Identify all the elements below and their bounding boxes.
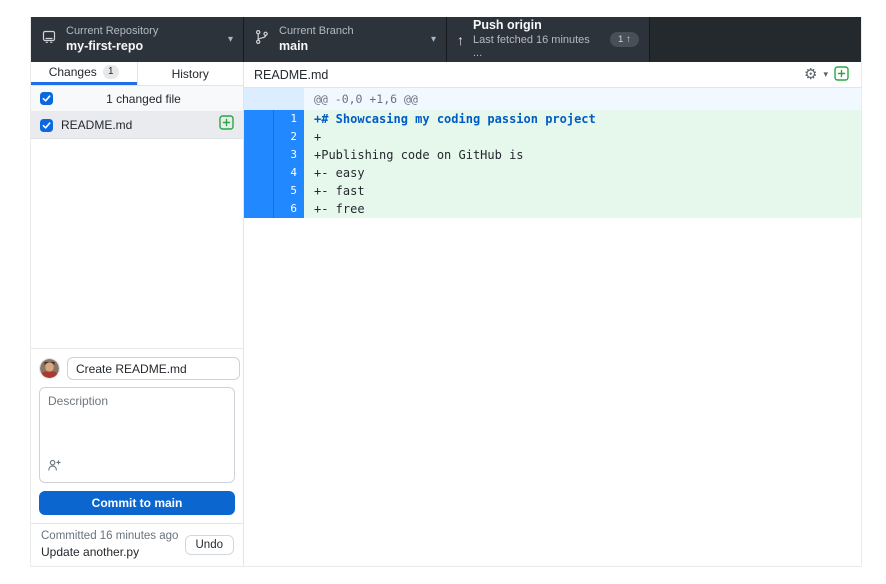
new-line-number: 2 — [274, 128, 304, 146]
hunk-header-row: @@ -0,0 +1,6 @@ — [244, 88, 861, 110]
sidebar-tabs: Changes 1 History — [31, 62, 243, 86]
new-line-number: 1 — [274, 110, 304, 128]
new-line-number: 3 — [274, 146, 304, 164]
push-title: Push origin — [473, 18, 601, 34]
git-branch-icon — [254, 29, 270, 50]
diff-line[interactable]: 3 +Publishing code on GitHub is — [244, 146, 861, 164]
undo-button[interactable]: Undo — [185, 535, 235, 555]
tab-history-label: History — [172, 67, 209, 81]
avatar — [39, 358, 60, 379]
arrow-up-icon: ↑ — [626, 34, 631, 45]
repo-icon — [41, 29, 57, 50]
tab-changes[interactable]: Changes 1 — [31, 62, 137, 85]
push-subtitle: Last fetched 16 minutes ... — [473, 34, 601, 62]
changed-files-header: 1 changed file — [31, 86, 243, 112]
old-line-number — [244, 164, 274, 182]
diff-line[interactable]: 6 +- free — [244, 200, 861, 218]
add-coauthor-icon[interactable] — [47, 458, 61, 477]
hunk-gutter — [244, 88, 304, 110]
diff-line-text: +# Showcasing my coding passion project — [304, 110, 861, 128]
diff-line[interactable]: 4 +- easy — [244, 164, 861, 182]
commit-form: Commit to main — [31, 348, 243, 523]
push-count-badge: 1 ↑ — [610, 32, 639, 47]
push-count: 1 — [618, 34, 623, 45]
select-all-checkbox[interactable] — [40, 92, 53, 105]
diff-file-header: README.md ⚙ ▾ — [244, 62, 861, 88]
diff-line-text: +Publishing code on GitHub is — [304, 146, 861, 164]
diff-pane: README.md ⚙ ▾ @@ -0,0 +1,6 @@ — [244, 62, 861, 566]
diff-line[interactable]: 5 +- fast — [244, 182, 861, 200]
last-commit-bar: Committed 16 minutes ago Update another.… — [31, 523, 243, 566]
diff-line[interactable]: 1 +# Showcasing my coding passion projec… — [244, 110, 861, 128]
gear-icon[interactable]: ⚙ — [804, 67, 817, 82]
hunk-header-text: @@ -0,0 +1,6 @@ — [304, 88, 861, 110]
chevron-down-icon[interactable]: ▾ — [823, 69, 828, 80]
changed-files-summary: 1 changed file — [53, 92, 234, 106]
diff-line-text: +- fast — [304, 182, 861, 200]
diff-added-icon — [219, 115, 234, 135]
commit-button[interactable]: Commit to main — [39, 491, 235, 515]
branch-name: main — [279, 39, 354, 55]
file-checkbox[interactable] — [40, 119, 53, 132]
repo-label: Current Repository — [66, 25, 158, 39]
chevron-down-icon: ▾ — [431, 34, 436, 45]
old-line-number — [244, 110, 274, 128]
diff-file-name: README.md — [254, 68, 328, 82]
diff-line[interactable]: 2 + — [244, 128, 861, 146]
old-line-number — [244, 128, 274, 146]
current-repository-button[interactable]: Current Repository my-first-repo ▾ — [31, 17, 244, 62]
file-list-empty-area — [31, 139, 243, 348]
changes-count-badge: 1 — [103, 65, 119, 79]
commit-description-input[interactable] — [40, 388, 234, 462]
tab-changes-label: Changes — [49, 65, 97, 79]
tab-history[interactable]: History — [137, 62, 244, 85]
github-desktop-window: Current Repository my-first-repo ▾ Curre… — [30, 17, 862, 567]
diff-line-text: + — [304, 128, 861, 146]
old-line-number — [244, 200, 274, 218]
new-line-number: 4 — [274, 164, 304, 182]
diff-empty-area — [244, 218, 861, 566]
commit-summary-input[interactable] — [67, 357, 240, 380]
commit-button-prefix: Commit to — [92, 496, 155, 510]
commit-description-box[interactable] — [39, 387, 235, 483]
changes-sidebar: Changes 1 History 1 changed file README.… — [31, 62, 244, 566]
diff-added-icon — [834, 66, 849, 84]
toolbar-empty-area — [650, 17, 861, 62]
chevron-down-icon: ▾ — [228, 34, 233, 45]
arrow-up-icon: ↑ — [457, 32, 464, 48]
commit-button-branch: main — [154, 496, 182, 510]
toolbar: Current Repository my-first-repo ▾ Curre… — [31, 17, 861, 62]
file-row-readme[interactable]: README.md — [31, 112, 243, 139]
check-icon — [42, 121, 51, 130]
diff-line-text: +- free — [304, 200, 861, 218]
old-line-number — [244, 146, 274, 164]
repo-name: my-first-repo — [66, 39, 158, 55]
branch-label: Current Branch — [279, 25, 354, 39]
new-line-number: 5 — [274, 182, 304, 200]
current-branch-button[interactable]: Current Branch main ▾ — [244, 17, 447, 62]
old-line-number — [244, 182, 274, 200]
push-origin-button[interactable]: ↑ Push origin Last fetched 16 minutes ..… — [447, 17, 650, 62]
file-name: README.md — [61, 118, 211, 132]
new-line-number: 6 — [274, 200, 304, 218]
diff-line-text: +- easy — [304, 164, 861, 182]
check-icon — [42, 94, 51, 103]
